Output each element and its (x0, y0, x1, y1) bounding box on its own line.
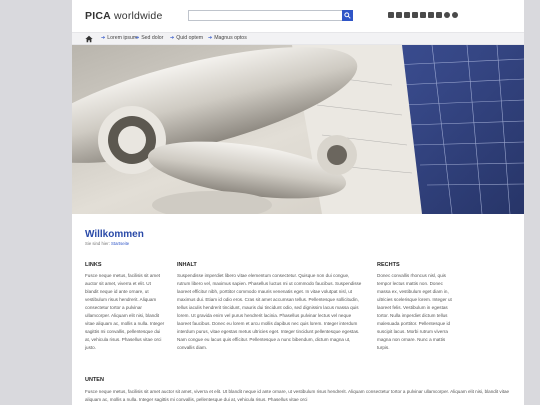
nav-item-label: Sed dolor (141, 35, 164, 41)
hero-image (72, 45, 524, 214)
main-nav: ➔ Lorem ipsum ➔ Sed dolor ➔ Quid optem ➔ Mag… (72, 32, 524, 45)
nav-item-sed-dolor[interactable]: ➔ Sed dolor (135, 35, 163, 41)
pinterest-icon[interactable] (452, 12, 458, 18)
search-icon (344, 12, 351, 19)
column-heading-inhalt: INHALT (177, 262, 197, 268)
google-plus-icon[interactable] (412, 12, 418, 18)
page-title: Willkommen (85, 229, 144, 240)
search-input[interactable] (188, 10, 351, 21)
section-text-unten: Fusce neque metus, facilisis sit amet au… (85, 389, 510, 402)
breadcrumb-prefix: Sie sind hier: (85, 241, 110, 246)
nav-item-quid-optem[interactable]: ➔ Quid optem (170, 35, 203, 41)
section-heading-unten: UNTEN (85, 377, 104, 383)
breadcrumb: Sie sind hier: Startseite (85, 241, 129, 246)
column-text-rechts: Donec convallis rhoncus nisl, quis tempo… (377, 273, 452, 350)
search-button[interactable] (342, 10, 353, 21)
instagram-icon[interactable] (436, 12, 442, 18)
xing-icon[interactable] (428, 12, 434, 18)
chevron-right-icon: ➔ (135, 35, 140, 41)
logo-rest: worldwide (110, 10, 163, 22)
top-bar: PICA worldwide (72, 0, 524, 32)
facebook-icon[interactable] (396, 12, 402, 18)
column-text-inhalt: Suspendisse imperdiet libero vitae eleme… (177, 273, 362, 350)
nav-item-magnus-optos[interactable]: ➔ Magnus optos (208, 35, 247, 41)
linkedin-icon[interactable] (420, 12, 426, 18)
chevron-right-icon: ➔ (208, 35, 213, 41)
chevron-right-icon: ➔ (170, 35, 175, 41)
nav-item-label: Magnus optos (214, 35, 247, 41)
twitter-icon[interactable] (404, 12, 410, 18)
logo[interactable]: PICA worldwide (85, 10, 163, 22)
nav-item-label: Quid optem (176, 35, 204, 41)
social-icons (388, 12, 458, 18)
column-heading-links: LINKS (85, 262, 102, 268)
logo-bold: PICA (85, 10, 111, 22)
home-icon[interactable] (85, 35, 93, 43)
nav-item-lorem-ipsum[interactable]: ➔ Lorem ipsum (101, 35, 137, 41)
youtube-icon[interactable] (444, 12, 450, 18)
breadcrumb-link-home[interactable]: Startseite (111, 241, 129, 246)
mail-icon[interactable] (388, 12, 394, 18)
chevron-right-icon: ➔ (101, 35, 106, 41)
column-text-links: Fusce neque metus, facilisis sit amet au… (85, 273, 165, 350)
column-heading-rechts: RECHTS (377, 262, 400, 268)
nav-item-label: Lorem ipsum (107, 35, 138, 41)
page: PICA worldwide ➔ Lorem ipsum ➔ Sed dolor… (72, 0, 524, 405)
